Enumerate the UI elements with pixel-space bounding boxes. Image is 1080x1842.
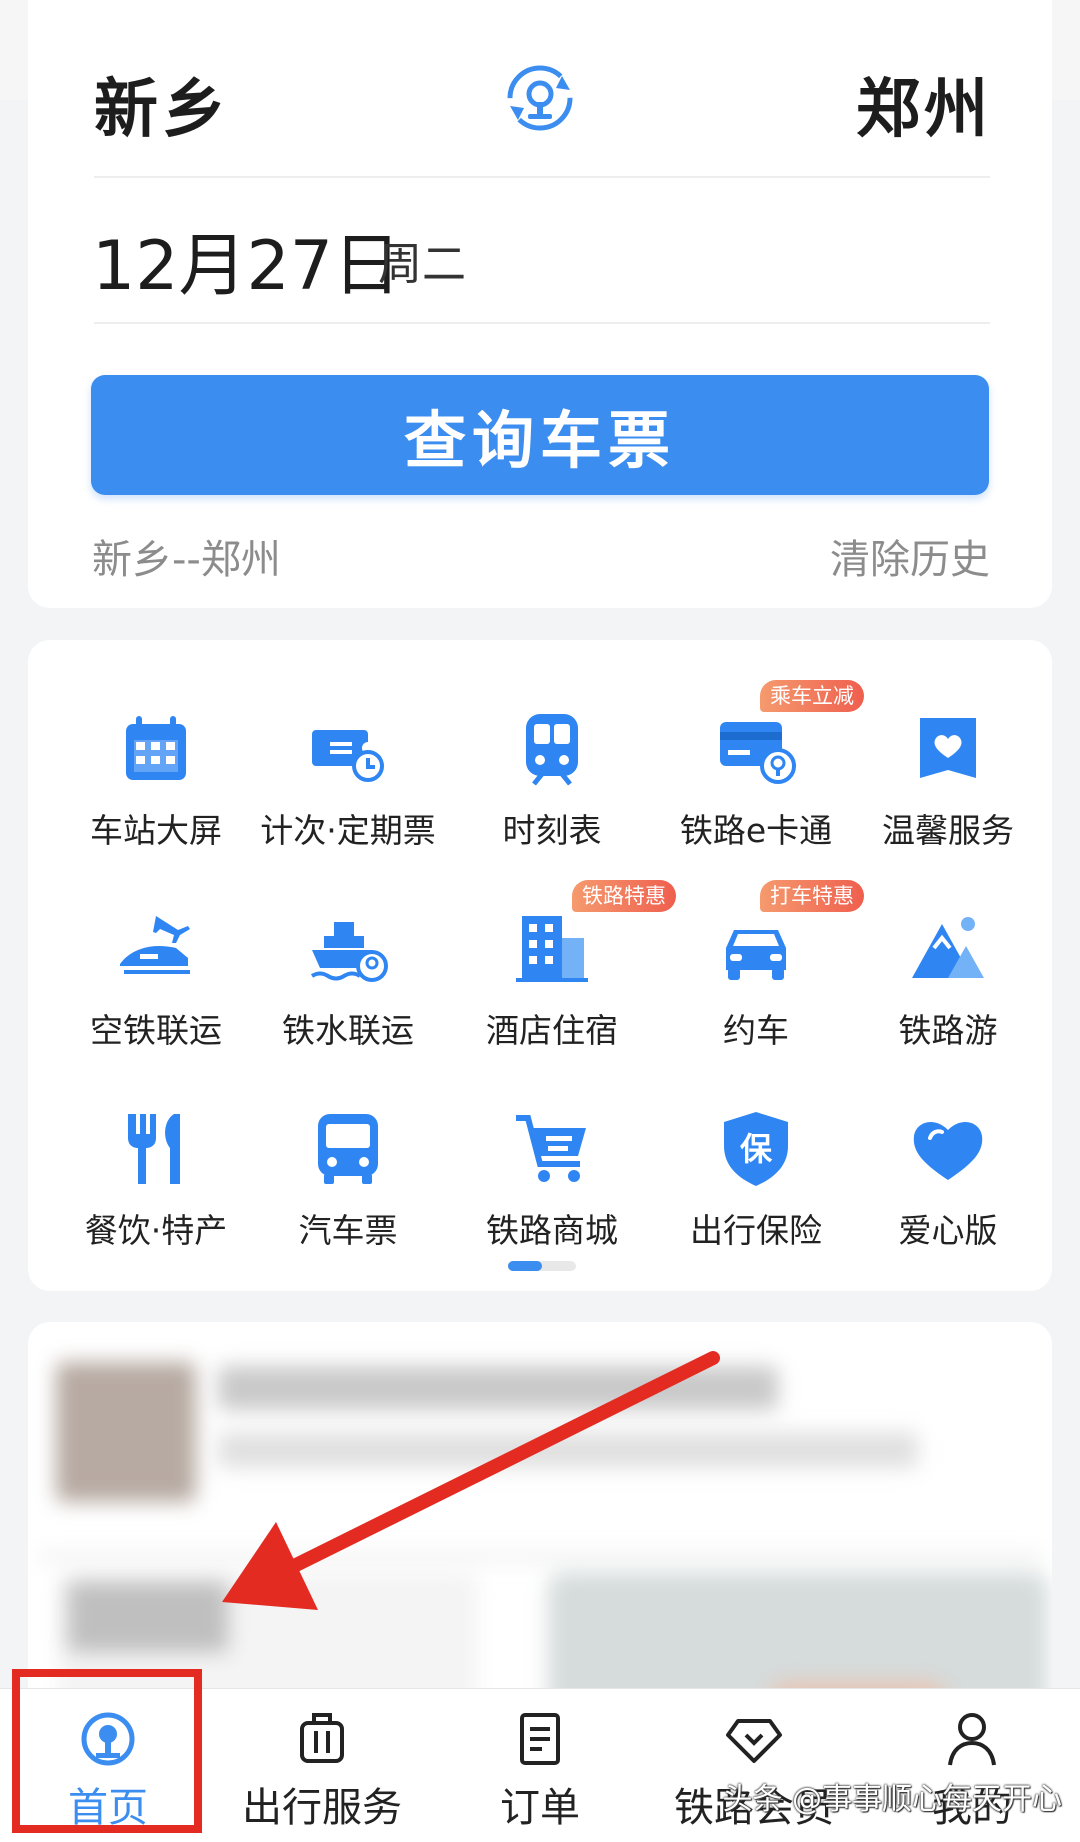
service-grid-card: 车站大屏 计次·定期票 时刻表 乘车立减 铁路e卡通 温馨服务 空铁联运 铁水联… — [28, 640, 1052, 1291]
grid-item-care-mode[interactable]: 爱心版 — [848, 1060, 1048, 1250]
grid-item-station-screen[interactable]: 车站大屏 — [56, 660, 256, 850]
grid-item-label: 爱心版 — [898, 1211, 998, 1250]
calendar-icon — [126, 716, 186, 780]
grid-item-hotel[interactable]: 铁路特惠 酒店住宿 — [452, 860, 676, 1050]
from-station[interactable]: 新乡 — [94, 58, 230, 150]
page-indicator-active — [508, 1261, 542, 1271]
swap-stations-icon[interactable] — [504, 62, 576, 134]
luggage-icon — [300, 1713, 344, 1763]
grid-item-label: 温馨服务 — [882, 811, 1014, 850]
blurred-text — [68, 1582, 228, 1652]
divider — [94, 322, 990, 324]
tab-label: 订单 — [500, 1785, 580, 1831]
grid-item-ecard[interactable]: 乘车立减 铁路e卡通 — [656, 660, 864, 850]
grid-item-rail-travel[interactable]: 铁路游 — [848, 860, 1048, 1050]
grid-item-air-rail[interactable]: 空铁联运 — [56, 860, 256, 1050]
train-icon — [526, 714, 578, 786]
order-icon — [520, 1713, 560, 1765]
hotel-icon — [516, 916, 588, 982]
weekday: 周二 — [378, 239, 466, 290]
ship-icon — [310, 922, 388, 982]
car-icon — [726, 930, 786, 980]
clear-history-button[interactable]: 清除历史 — [830, 527, 990, 585]
grid-item-label: 铁路游 — [898, 1011, 998, 1050]
grid-item-food[interactable]: 餐饮·特产 — [56, 1060, 256, 1250]
tab-travel-services[interactable]: 出行服务 — [242, 1689, 402, 1842]
tab-profile[interactable]: 我的 — [912, 1689, 1032, 1842]
grid-item-warm-service[interactable]: 温馨服务 — [848, 660, 1048, 850]
travel-date[interactable]: 12月27日 — [92, 210, 401, 309]
tab-membership[interactable]: 铁路会员 — [674, 1689, 834, 1842]
tab-label: 出行服务 — [242, 1785, 402, 1831]
bus-icon — [318, 1114, 378, 1184]
heart-icon — [913, 1122, 983, 1180]
grid-item-periodic-ticket[interactable]: 计次·定期票 — [248, 660, 448, 850]
blurred-divider — [38, 1552, 1042, 1562]
grid-item-car-hailing[interactable]: 打车特惠 约车 — [656, 860, 864, 1050]
history-item[interactable]: 新乡--郑州 — [92, 527, 281, 585]
shield-icon: 保 — [724, 1112, 788, 1186]
plane-train-icon — [120, 916, 190, 974]
cart-icon — [516, 1115, 586, 1182]
mountain-icon — [912, 917, 984, 978]
grid-item-insurance[interactable]: 保 出行保险 — [656, 1060, 856, 1250]
diamond-icon — [726, 1719, 782, 1763]
tab-orders[interactable]: 订单 — [480, 1689, 600, 1842]
blurred-text — [218, 1432, 918, 1468]
watermark: 头条 @事事顺心每天开心 — [722, 1782, 1062, 1817]
ticket-clock-icon — [312, 730, 384, 782]
card-icon — [720, 722, 796, 784]
heart-bag-icon — [920, 718, 976, 778]
grid-item-timetable[interactable]: 时刻表 — [452, 660, 652, 850]
annotation-highlight-box — [12, 1669, 202, 1833]
divider — [94, 176, 990, 178]
blurred-text — [218, 1366, 778, 1410]
blurred-thumbnail — [56, 1362, 196, 1502]
to-station[interactable]: 郑州 — [856, 58, 992, 150]
fork-knife-icon — [128, 1114, 180, 1184]
grid-item-rail-water[interactable]: 铁水联运 — [248, 860, 448, 1050]
grid-item-bus-ticket[interactable]: 汽车票 — [248, 1060, 448, 1250]
shield-char: 保 — [740, 1130, 773, 1168]
query-tickets-button[interactable]: 查询车票 — [91, 375, 989, 495]
ticket-search-card: 新乡 郑州 12月27日 周二 查询车票 新乡--郑州 清除历史 — [28, 0, 1052, 608]
grid-item-mall[interactable]: 铁路商城 — [452, 1060, 652, 1250]
page-indicator — [508, 1261, 576, 1271]
person-icon — [948, 1713, 996, 1766]
